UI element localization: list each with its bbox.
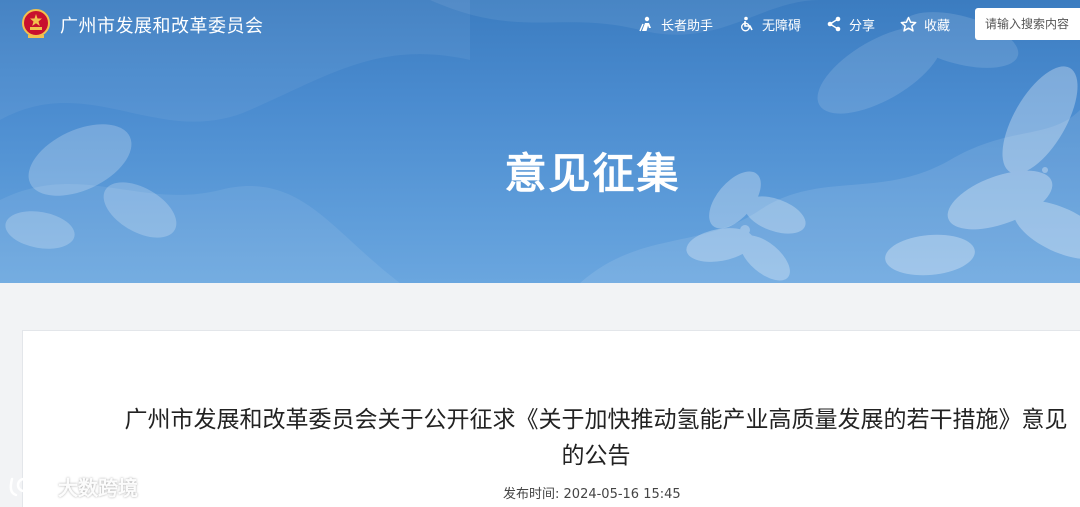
publish-label: 发布时间: bbox=[503, 487, 560, 502]
top-bar: 广州市发展和改革委员会 长者助手 无障碍 分享 收藏 请输入搜索内容 bbox=[0, 0, 1080, 50]
elder-icon bbox=[639, 16, 651, 32]
watermark-logo-icon bbox=[9, 477, 46, 496]
accessibility-label: 无障碍 bbox=[762, 18, 802, 34]
watermark-text: 大数跨境 bbox=[58, 476, 138, 500]
article-title: 广州市发展和改革委员会关于公开征求《关于加快推动氢能产业高质量发展的若干措施》意… bbox=[124, 407, 1068, 469]
elder-assistant-label: 长者助手 bbox=[661, 18, 714, 34]
banner: 广州市发展和改革委员会 长者助手 无障碍 分享 收藏 请输入搜索内容 意见征集 bbox=[0, 0, 1080, 283]
watermark: 大数跨境 bbox=[8, 472, 138, 501]
publish-meta: 发布时间: 2024-05-16 15:45 bbox=[503, 483, 681, 502]
banner-title: 意见征集 bbox=[504, 149, 681, 198]
national-emblem-icon bbox=[22, 9, 50, 38]
wheelchair-icon bbox=[741, 16, 753, 32]
favorite-label: 收藏 bbox=[924, 18, 951, 34]
share-label: 分享 bbox=[849, 18, 876, 34]
search-input[interactable] bbox=[975, 8, 1080, 40]
elder-assistant-button[interactable]: 长者助手 bbox=[638, 13, 713, 35]
article-card: 广州市发展和改革委员会关于公开征求《关于加快推动氢能产业高质量发展的若干措施》意… bbox=[22, 330, 1080, 507]
favorite-button[interactable]: 收藏 bbox=[900, 13, 950, 35]
star-icon bbox=[900, 16, 917, 32]
accessibility-button[interactable]: 无障碍 bbox=[739, 13, 801, 35]
page: 广州市发展和改革委员会 长者助手 无障碍 分享 收藏 请输入搜索内容 意见征集 … bbox=[0, 0, 1080, 507]
share-icon bbox=[827, 16, 841, 32]
share-button[interactable]: 分享 bbox=[826, 13, 875, 35]
site-title[interactable]: 广州市发展和改革委员会 bbox=[60, 12, 264, 38]
publish-time: 2024-05-16 15:45 bbox=[563, 487, 681, 502]
